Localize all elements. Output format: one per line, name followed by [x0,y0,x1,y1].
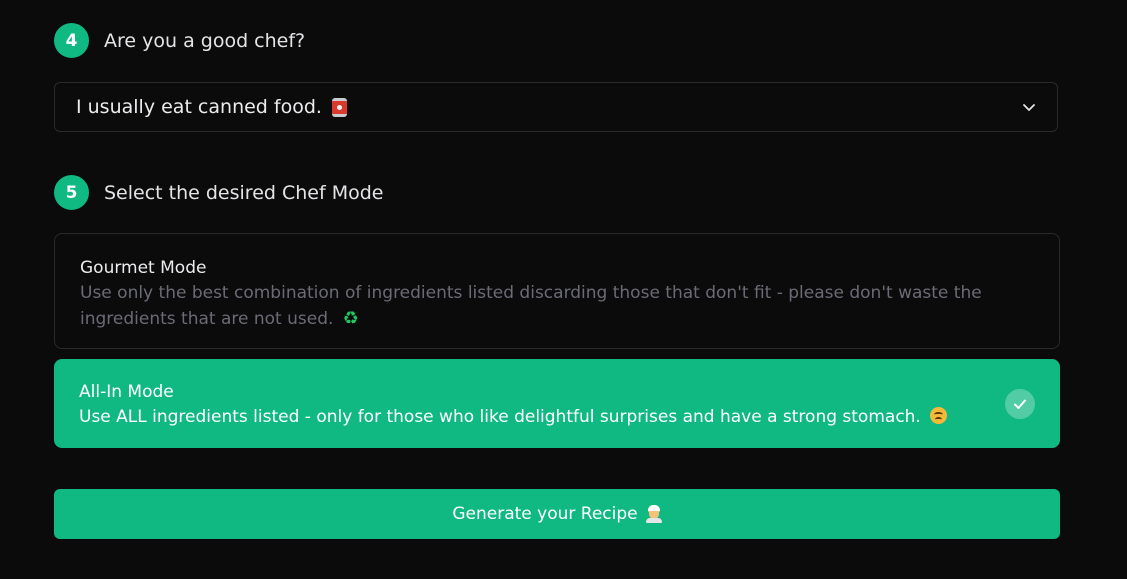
mode-title: Gourmet Mode [80,258,207,278]
check-icon [1014,399,1026,409]
mode-title: All-In Mode [79,382,174,402]
step-title: Are you a good chef? [104,29,306,52]
step-number-badge: 4 [54,23,89,58]
step-number-badge: 5 [54,175,89,210]
mode-description-wrapper: Use only the best combination of ingredi… [80,281,1029,332]
selected-check-badge [1005,389,1035,419]
recycle-icon: ♻ [342,308,359,329]
chef-icon [645,505,662,523]
mode-description-wrapper: Use ALL ingredients listed - only for th… [79,405,980,430]
select-value: I usually eat canned food. [76,96,322,118]
canned-food-icon [331,97,347,117]
chef-skill-select[interactable]: I usually eat canned food. [54,82,1058,132]
upside-down-face-icon [930,407,948,424]
generate-button-label: Generate your Recipe [452,504,638,524]
recipe-form: 4 Are you a good chef? I usually eat can… [0,0,1127,579]
select-value-wrapper: I usually eat canned food. [76,96,347,118]
step-5-header: 5 Select the desired Chef Mode [54,175,383,210]
all-in-mode-option[interactable]: All-In Mode Use ALL ingredients listed -… [54,359,1060,448]
step-title: Select the desired Chef Mode [104,181,384,204]
mode-description: Use ALL ingredients listed - only for th… [79,407,921,427]
mode-description: Use only the best combination of ingredi… [80,283,982,329]
gourmet-mode-option[interactable]: Gourmet Mode Use only the best combinati… [54,233,1060,349]
step-4-header: 4 Are you a good chef? [54,23,305,58]
chevron-down-icon [1023,104,1035,111]
generate-recipe-button[interactable]: Generate your Recipe [54,489,1060,539]
